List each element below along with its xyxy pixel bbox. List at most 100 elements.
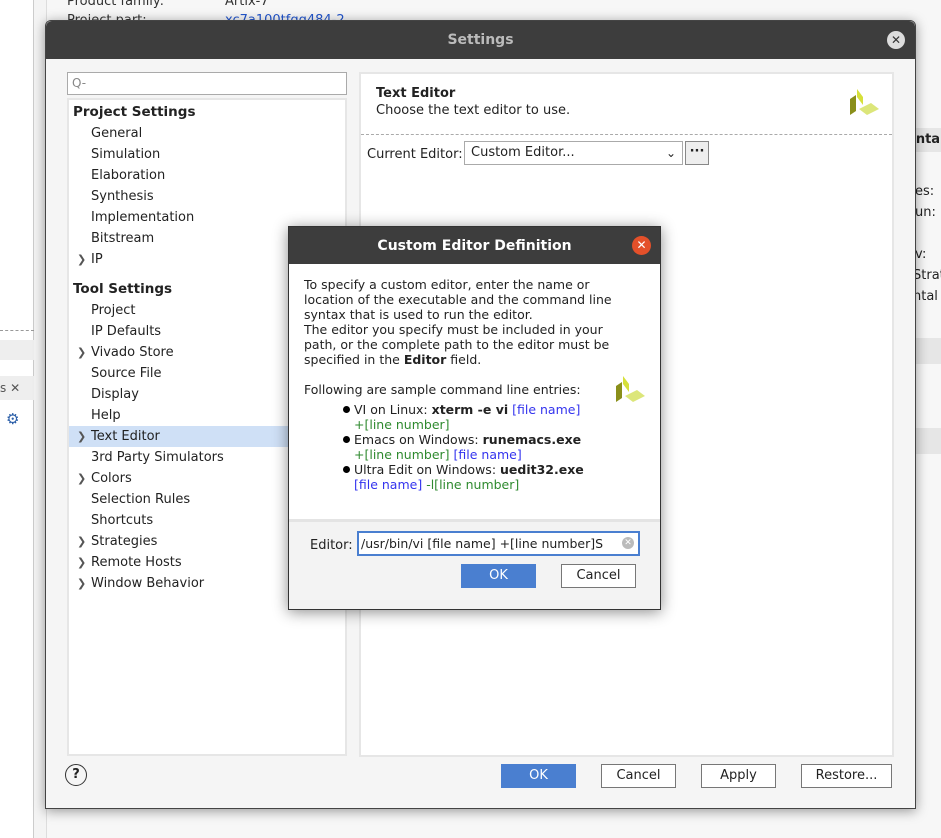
tree-item-label: Vivado Store xyxy=(91,345,174,360)
sample-label: VI on Linux: xyxy=(354,402,432,417)
chevron-right-icon[interactable]: ❯ xyxy=(77,573,86,594)
sample-arg: -l[line number] xyxy=(426,477,520,492)
input-value: /usr/bin/vi [file name] +[line number]S xyxy=(361,536,604,551)
restore-button[interactable]: Restore... xyxy=(801,764,892,788)
chevron-down-icon: ⌄ xyxy=(665,146,676,160)
tree-item[interactable]: Synthesis xyxy=(69,186,345,207)
panel-title: Text Editor xyxy=(376,86,456,101)
tree-item-label: Simulation xyxy=(91,147,161,162)
custom-editor-titlebar: Custom Editor Definition ✕ xyxy=(289,227,660,264)
product-family-label: Product family: xyxy=(67,0,165,9)
current-editor-select[interactable]: Custom Editor... ⌄ xyxy=(464,141,683,165)
tree-item[interactable]: Simulation xyxy=(69,144,345,165)
settings-titlebar: Settings ✕ xyxy=(46,21,915,59)
apply-button[interactable]: Apply xyxy=(701,764,776,788)
xilinx-logo-icon xyxy=(850,89,879,115)
settings-search-input[interactable]: Q- xyxy=(67,72,347,95)
chevron-right-icon[interactable]: ❯ xyxy=(77,531,86,552)
tree-item-label: Colors xyxy=(91,471,132,486)
divider xyxy=(0,330,34,331)
chevron-right-icon[interactable]: ❯ xyxy=(77,342,86,363)
sample-entry: Emacs on Windows: runemacs.exe xyxy=(304,432,614,447)
tree-item-label: Help xyxy=(91,408,121,423)
tree-item-label: Selection Rules xyxy=(91,492,191,507)
tree-item-label: IP Defaults xyxy=(91,324,162,339)
panel-subtitle: Choose the text editor to use. xyxy=(376,103,571,118)
fragment: ntal xyxy=(913,289,938,304)
tree-item[interactable]: Elaboration xyxy=(69,165,345,186)
cancel-button[interactable]: Cancel xyxy=(601,764,676,788)
samples-list: VI on Linux: xterm -e vi [file name] +[li… xyxy=(304,402,614,492)
clear-icon[interactable]: ✕ xyxy=(622,537,634,549)
custom-editor-dialog: Custom Editor Definition ✕ To specify a … xyxy=(288,226,661,610)
cancel-button[interactable]: Cancel xyxy=(561,564,636,588)
chevron-right-icon[interactable]: ❯ xyxy=(77,468,86,489)
select-value: Custom Editor... xyxy=(471,145,575,160)
sample-command: xterm -e vi xyxy=(431,402,509,417)
editor-label: Editor: xyxy=(310,538,353,553)
sample-args: +[line number] [file name] xyxy=(304,447,614,462)
sample-arg: +[line number] xyxy=(354,447,450,462)
tree-item-label: Tool Settings xyxy=(73,281,173,297)
tree-item-label: IP xyxy=(91,252,103,267)
editor-input[interactable]: /usr/bin/vi [file name] +[line number]S ✕ xyxy=(357,531,640,556)
chevron-right-icon[interactable]: ❯ xyxy=(77,249,86,270)
dialog-title: Settings xyxy=(447,32,514,48)
bar xyxy=(0,340,34,360)
dialog-title: Custom Editor Definition xyxy=(377,238,572,254)
tree-item-label: Display xyxy=(91,387,139,402)
tree-item-label: Text Editor xyxy=(91,429,160,444)
tree-item-label: Implementation xyxy=(91,210,195,225)
chevron-right-icon[interactable]: ❯ xyxy=(77,426,86,447)
browse-button[interactable]: ··· xyxy=(685,141,709,165)
sample-entry: VI on Linux: xterm -e vi [file name] xyxy=(304,402,614,417)
close-button[interactable]: ✕ xyxy=(632,236,651,255)
description-text: The editor you specify must be included … xyxy=(304,322,614,367)
close-button[interactable]: ✕ xyxy=(887,31,905,49)
sample-arg: [file name] xyxy=(354,477,423,492)
text: field. xyxy=(446,352,482,367)
text: Editor xyxy=(403,352,447,367)
sample-arg: [file name] xyxy=(512,402,581,417)
sample-command: runemacs.exe xyxy=(482,432,582,447)
samples-heading: Following are sample command line entrie… xyxy=(304,382,581,397)
description-text: To specify a custom editor, enter the na… xyxy=(304,277,612,322)
product-family-value: Artix-7 xyxy=(225,0,269,9)
xilinx-logo-icon xyxy=(616,376,645,402)
sample-label: Emacs on Windows: xyxy=(354,432,483,447)
ok-button[interactable]: OK xyxy=(461,564,536,588)
current-editor-label: Current Editor: xyxy=(367,147,463,162)
tree-item-label: Source File xyxy=(91,366,162,381)
gear-icon[interactable]: ⚙ xyxy=(6,410,19,428)
sample-command: uedit32.exe xyxy=(500,462,584,477)
fragment: Strat xyxy=(913,268,941,283)
tree-section-header[interactable]: Project Settings xyxy=(69,102,345,123)
tree-item-label: Synthesis xyxy=(91,189,154,204)
sample-args: [file name] -l[line number] xyxy=(304,477,614,492)
tree-item[interactable]: Implementation xyxy=(69,207,345,228)
tree-item-label: Shortcuts xyxy=(91,513,154,528)
sample-args: +[line number] xyxy=(304,417,614,432)
tree-item-label: Project Settings xyxy=(73,104,196,120)
tab-close-button[interactable]: s ✕ xyxy=(0,376,34,400)
tree-item-label: General xyxy=(91,126,143,141)
tree-item-label: Bitstream xyxy=(91,231,155,246)
sample-arg: +[line number] xyxy=(354,417,450,432)
background-left-panel: s ✕ ⚙ xyxy=(0,0,34,838)
tree-item[interactable]: General xyxy=(69,123,345,144)
chevron-right-icon[interactable]: ❯ xyxy=(77,552,86,573)
help-button[interactable]: ? xyxy=(65,764,87,786)
tree-item-label: Project xyxy=(91,303,136,318)
fragment: es: xyxy=(915,184,935,199)
custom-editor-footer: Editor: /usr/bin/vi [file name] +[line n… xyxy=(289,519,660,609)
fragment: v: xyxy=(915,247,927,262)
sample-label: Ultra Edit on Windows: xyxy=(354,462,501,477)
custom-editor-description: To specify a custom editor, enter the na… xyxy=(304,277,614,492)
sample-arg: [file name] xyxy=(453,447,522,462)
tree-item-label: Elaboration xyxy=(91,168,166,183)
ok-button[interactable]: OK xyxy=(501,764,576,788)
tree-item-label: Strategies xyxy=(91,534,158,549)
tree-item-label: Remote Hosts xyxy=(91,555,182,570)
tree-item-label: 3rd Party Simulators xyxy=(91,450,224,465)
tree-item-label: Window Behavior xyxy=(91,576,205,591)
